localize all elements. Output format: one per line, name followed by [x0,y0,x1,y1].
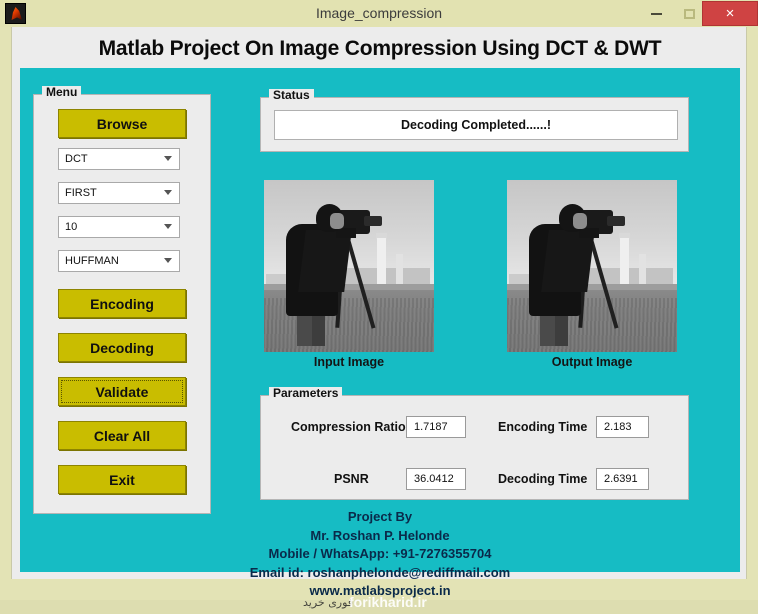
validate-button[interactable]: Validate [58,377,186,406]
level-select[interactable]: FIRST [58,182,180,204]
footer-line-author: Mr. Roshan P. Helonde [310,527,450,543]
quality-select-value: 10 [65,221,78,233]
gui-canvas: Menu Browse DCT FIRST 10 HUFFMAN Encodin… [20,68,740,610]
input-image [264,180,434,352]
chevron-down-icon [164,156,172,161]
status-panel-title: Status [269,89,314,102]
exit-button[interactable]: Exit [58,465,186,494]
chevron-down-icon [164,224,172,229]
compression-ratio-value: 1.7187 [406,416,466,438]
footer-line-email: Email id: roshanphelonde@rediffmail.com [249,564,511,580]
application-window: Image_compression × Matlab Project On Im… [0,0,758,610]
quality-select[interactable]: 10 [58,216,180,238]
level-select-value: FIRST [65,187,97,199]
psnr-value: 36.0412 [406,468,466,490]
minimize-button[interactable] [642,0,670,27]
compression-ratio-label: Compression Ratio [291,420,406,434]
minimize-icon [650,12,662,15]
coding-select[interactable]: HUFFMAN [58,250,180,272]
footer-credits: Project By Mr. Roshan P. Helonde Mobile … [20,508,740,601]
menu-panel: Menu Browse DCT FIRST 10 HUFFMAN Encodin… [33,86,211,514]
browse-button[interactable]: Browse [58,109,186,138]
cameraman-photo-output [507,180,677,352]
decoding-time-label: Decoding Time [498,472,588,486]
footer-line-mobile: Mobile / WhatsApp: +91-7276355704 [268,546,492,561]
chevron-down-icon [164,258,172,263]
input-image-label: Input Image [313,355,385,369]
page-title: Matlab Project On Image Compression Usin… [98,37,662,60]
parameters-panel: Parameters Compression Ratio 1.7187 Enco… [260,387,689,500]
maximize-icon [683,8,695,19]
encoding-time-label: Encoding Time [498,420,588,434]
output-image [507,180,677,352]
clear-all-button[interactable]: Clear All [58,421,186,450]
close-button[interactable]: × [702,1,758,26]
decoding-time-value: 2.6391 [596,468,649,490]
cameraman-photo [264,180,434,352]
menu-panel-title: Menu [42,86,82,99]
footer-line-project-by: Project By [347,509,413,524]
status-message: Decoding Completed......! [274,110,678,140]
transform-select-value: DCT [65,153,88,165]
maximize-button[interactable] [675,0,703,27]
parameters-panel-title: Parameters [269,387,343,400]
chevron-down-icon [164,190,172,195]
transform-select[interactable]: DCT [58,148,180,170]
encoding-time-value: 2.183 [596,416,649,438]
decoding-button[interactable]: Decoding [58,333,186,362]
client-area: Matlab Project On Image Compression Usin… [11,27,747,610]
title-bar: Image_compression × [0,0,758,27]
footer-line-website: www.matlabsproject.in [309,583,451,598]
encoding-button[interactable]: Encoding [58,289,186,318]
coding-select-value: HUFFMAN [65,255,119,267]
output-image-label: Output Image [551,355,633,369]
psnr-label: PSNR [334,472,369,486]
status-panel: Status Decoding Completed......! [260,89,689,152]
